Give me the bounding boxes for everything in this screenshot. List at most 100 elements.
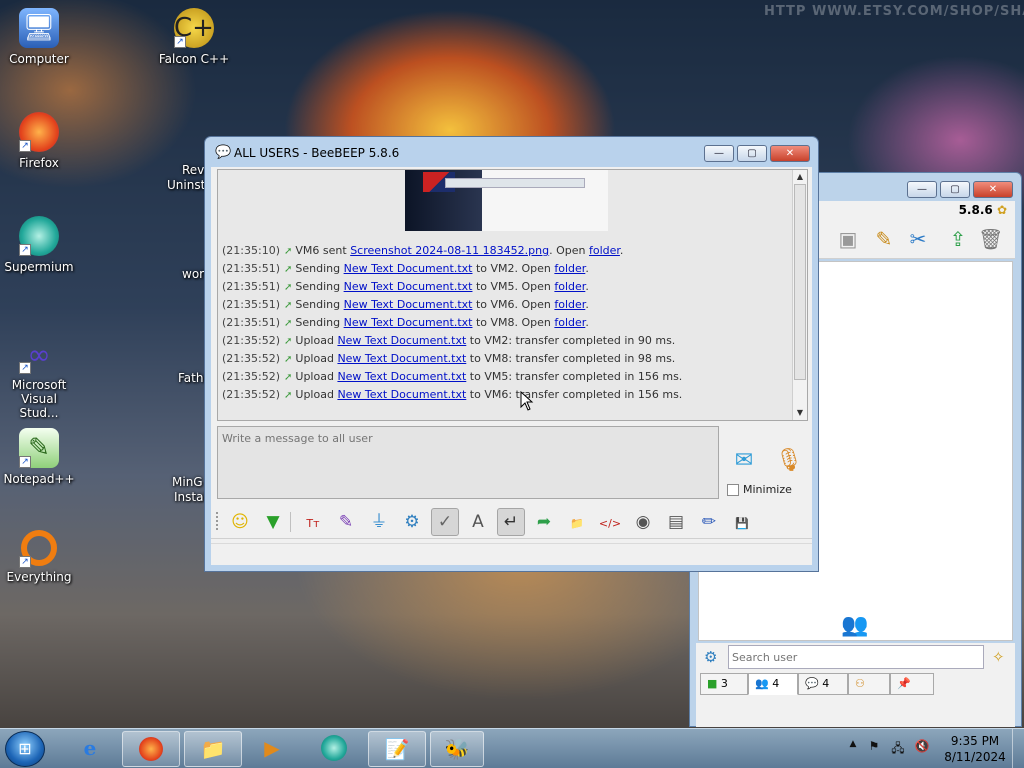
send-message-button[interactable]: ✉ [726,446,762,478]
open-folder-link[interactable]: folder [554,298,585,311]
desktop-icon-visual-studio[interactable]: ∞ ↗ Microsoft Visual Stud... [0,334,78,421]
edit-note-button[interactable]: ✏ [695,508,723,536]
chat-log-line: (21:35:52) ➚ Upload New Text Document.txt … [222,332,675,350]
open-folder-link[interactable]: folder [554,280,585,293]
tab-users[interactable]: 👥 4 [748,673,798,695]
tools-icon[interactable]: ✂ [906,227,930,251]
trash-icon[interactable]: 🗑 [978,227,1003,251]
toolbar-grip[interactable] [216,512,219,530]
message-timestamp: (21:35:10) [222,244,280,257]
media-player-icon: ▶ [264,736,280,760]
message-timestamp: (21:35:51) [222,262,280,275]
desktop-icon-everything[interactable]: ↗ Everything [0,530,78,584]
desktop-icon-firefox[interactable]: ↗ Firefox [0,112,78,170]
file-link[interactable]: New Text Document.txt [337,334,466,347]
users-icon: 👥 [841,613,869,638]
scrollbar-thumb[interactable] [794,184,806,380]
file-link[interactable]: New Text Document.txt [344,262,473,275]
show-hidden-icons-button[interactable]: ▲ [845,739,861,749]
taskbar-beebeep[interactable]: 🐝 [430,731,484,767]
close-window-button[interactable]: ✕ [973,181,1013,198]
taskbar-notepad[interactable]: 📝 [368,731,426,767]
folder-icon: 📁 [200,737,226,761]
send-folder-button[interactable]: 📁 [563,508,591,536]
font-color-button[interactable]: ✎ [332,508,360,536]
scroll-down-icon[interactable]: ▼ [793,406,807,420]
taskbar-file-explorer[interactable]: 📁 [184,731,242,767]
minimize-window-button[interactable]: — [704,145,734,162]
minimize-window-button[interactable]: — [907,181,937,198]
checkbox-box[interactable] [727,483,739,496]
start-button[interactable]: ⊞ [5,731,45,767]
volume-muted-icon[interactable]: 🔇 [914,739,930,753]
open-folder-link[interactable]: folder [554,262,585,275]
edit-profile-icon[interactable]: ✎ [872,227,896,251]
taskbar-supermium[interactable] [306,731,362,767]
use-return-to-send-button[interactable]: ↵ [497,508,525,536]
desktop-icon-label: Notepad++ [3,472,75,486]
settings-icon[interactable]: ⚙ [704,648,717,666]
shortcut-arrow-icon: ↗ [19,244,31,256]
word-completer-button[interactable]: A [464,508,492,536]
desktop-icon-supermium[interactable]: ↗ Supermium [0,216,78,274]
tab-pinned[interactable]: 📌 [890,673,934,695]
scroll-up-icon[interactable]: ▲ [793,170,807,184]
file-link[interactable]: New Text Document.txt [337,370,466,383]
minimize-checkbox[interactable]: Minimize [727,483,792,496]
tab-groups[interactable]: 💬 4 [798,673,848,695]
network-icon[interactable]: 🖧 [890,739,906,760]
tab-chats[interactable]: ■ 3 [700,673,748,695]
shortcut-arrow-icon: ↗ [174,36,186,48]
tab-workgroups[interactable]: ⚇ [848,673,890,695]
chat-window-titlebar[interactable]: 💬 ALL USERS - BeeBEEP 5.8.6 — ▢ ✕ [205,137,818,167]
file-link[interactable]: New Text Document.txt [344,298,473,311]
desktop-icon-notepad-plus-plus[interactable]: ✎ ↗ Notepad++ [0,428,78,486]
chat-log[interactable]: (21:35:10) ➚ VM6 sent Screenshot 2024-08-1… [217,169,808,421]
show-desktop-button[interactable] [1012,729,1024,768]
emoticons-button[interactable]: ☺ [226,508,254,536]
clear-search-icon[interactable]: ✧ [992,648,1005,666]
record-voice-button[interactable]: 🎙 [774,446,804,478]
file-transfer-icon: ➚ [284,372,293,383]
close-window-button[interactable]: ✕ [770,145,810,162]
taskbar-media-player[interactable]: ▶ [244,731,300,767]
maximize-window-button[interactable]: ▢ [737,145,767,162]
file-link[interactable]: Screenshot 2024-08-11 183452.png [350,244,549,257]
chat-log-scrollbar[interactable]: ▲ ▼ [792,170,807,420]
message-text: VM6 sent [295,244,351,257]
taskbar-firefox[interactable] [122,731,180,767]
show-more-button[interactable]: ▼ [259,508,287,536]
taskbar-clock[interactable]: 9:35 PM 8/11/2024 [940,733,1010,765]
open-folder-link[interactable]: folder [589,244,620,257]
spell-check-button[interactable]: ✓ [431,508,459,536]
file-link[interactable]: New Text Document.txt [337,352,466,365]
screenshot-button[interactable]: ◉ [629,508,657,536]
settings-button[interactable]: ⚙ [398,508,426,536]
computer-icon: 🖥 [19,8,59,48]
file-link[interactable]: New Text Document.txt [337,388,466,401]
screenshot-thumbnail[interactable] [405,170,608,231]
send-file-button[interactable]: ➦ [530,508,558,536]
message-text: to VM2. Open [472,262,555,275]
message-text: Sending [295,298,344,311]
message-timestamp: (21:35:51) [222,298,280,311]
file-transfer-icon: ➚ [284,354,293,365]
font-button[interactable]: Tт [299,508,327,536]
maximize-window-button[interactable]: ▢ [940,181,970,198]
font-icon: Tт [306,517,320,530]
search-user-input[interactable] [728,645,984,669]
message-input[interactable] [217,426,719,499]
desktop-icon-computer[interactable]: 🖥 Computer [0,8,78,66]
action-center-flag-icon[interactable]: ⚑ [866,739,882,753]
buzz-button[interactable]: ▤ [662,508,690,536]
save-chat-button[interactable]: 💾 [728,508,756,536]
filter-button[interactable]: ⏚ [365,508,393,536]
file-link[interactable]: New Text Document.txt [344,316,473,329]
upload-icon[interactable]: ⇪ [946,227,970,251]
gift-icon[interactable]: ▣ [836,227,860,251]
html-code-button[interactable]: </> [596,508,624,536]
taskbar-internet-explorer[interactable]: e [62,731,118,767]
file-link[interactable]: New Text Document.txt [344,280,473,293]
desktop-icon-falcon-cpp[interactable]: C+ ↗ Falcon C++ [155,8,233,66]
open-folder-link[interactable]: folder [554,316,585,329]
